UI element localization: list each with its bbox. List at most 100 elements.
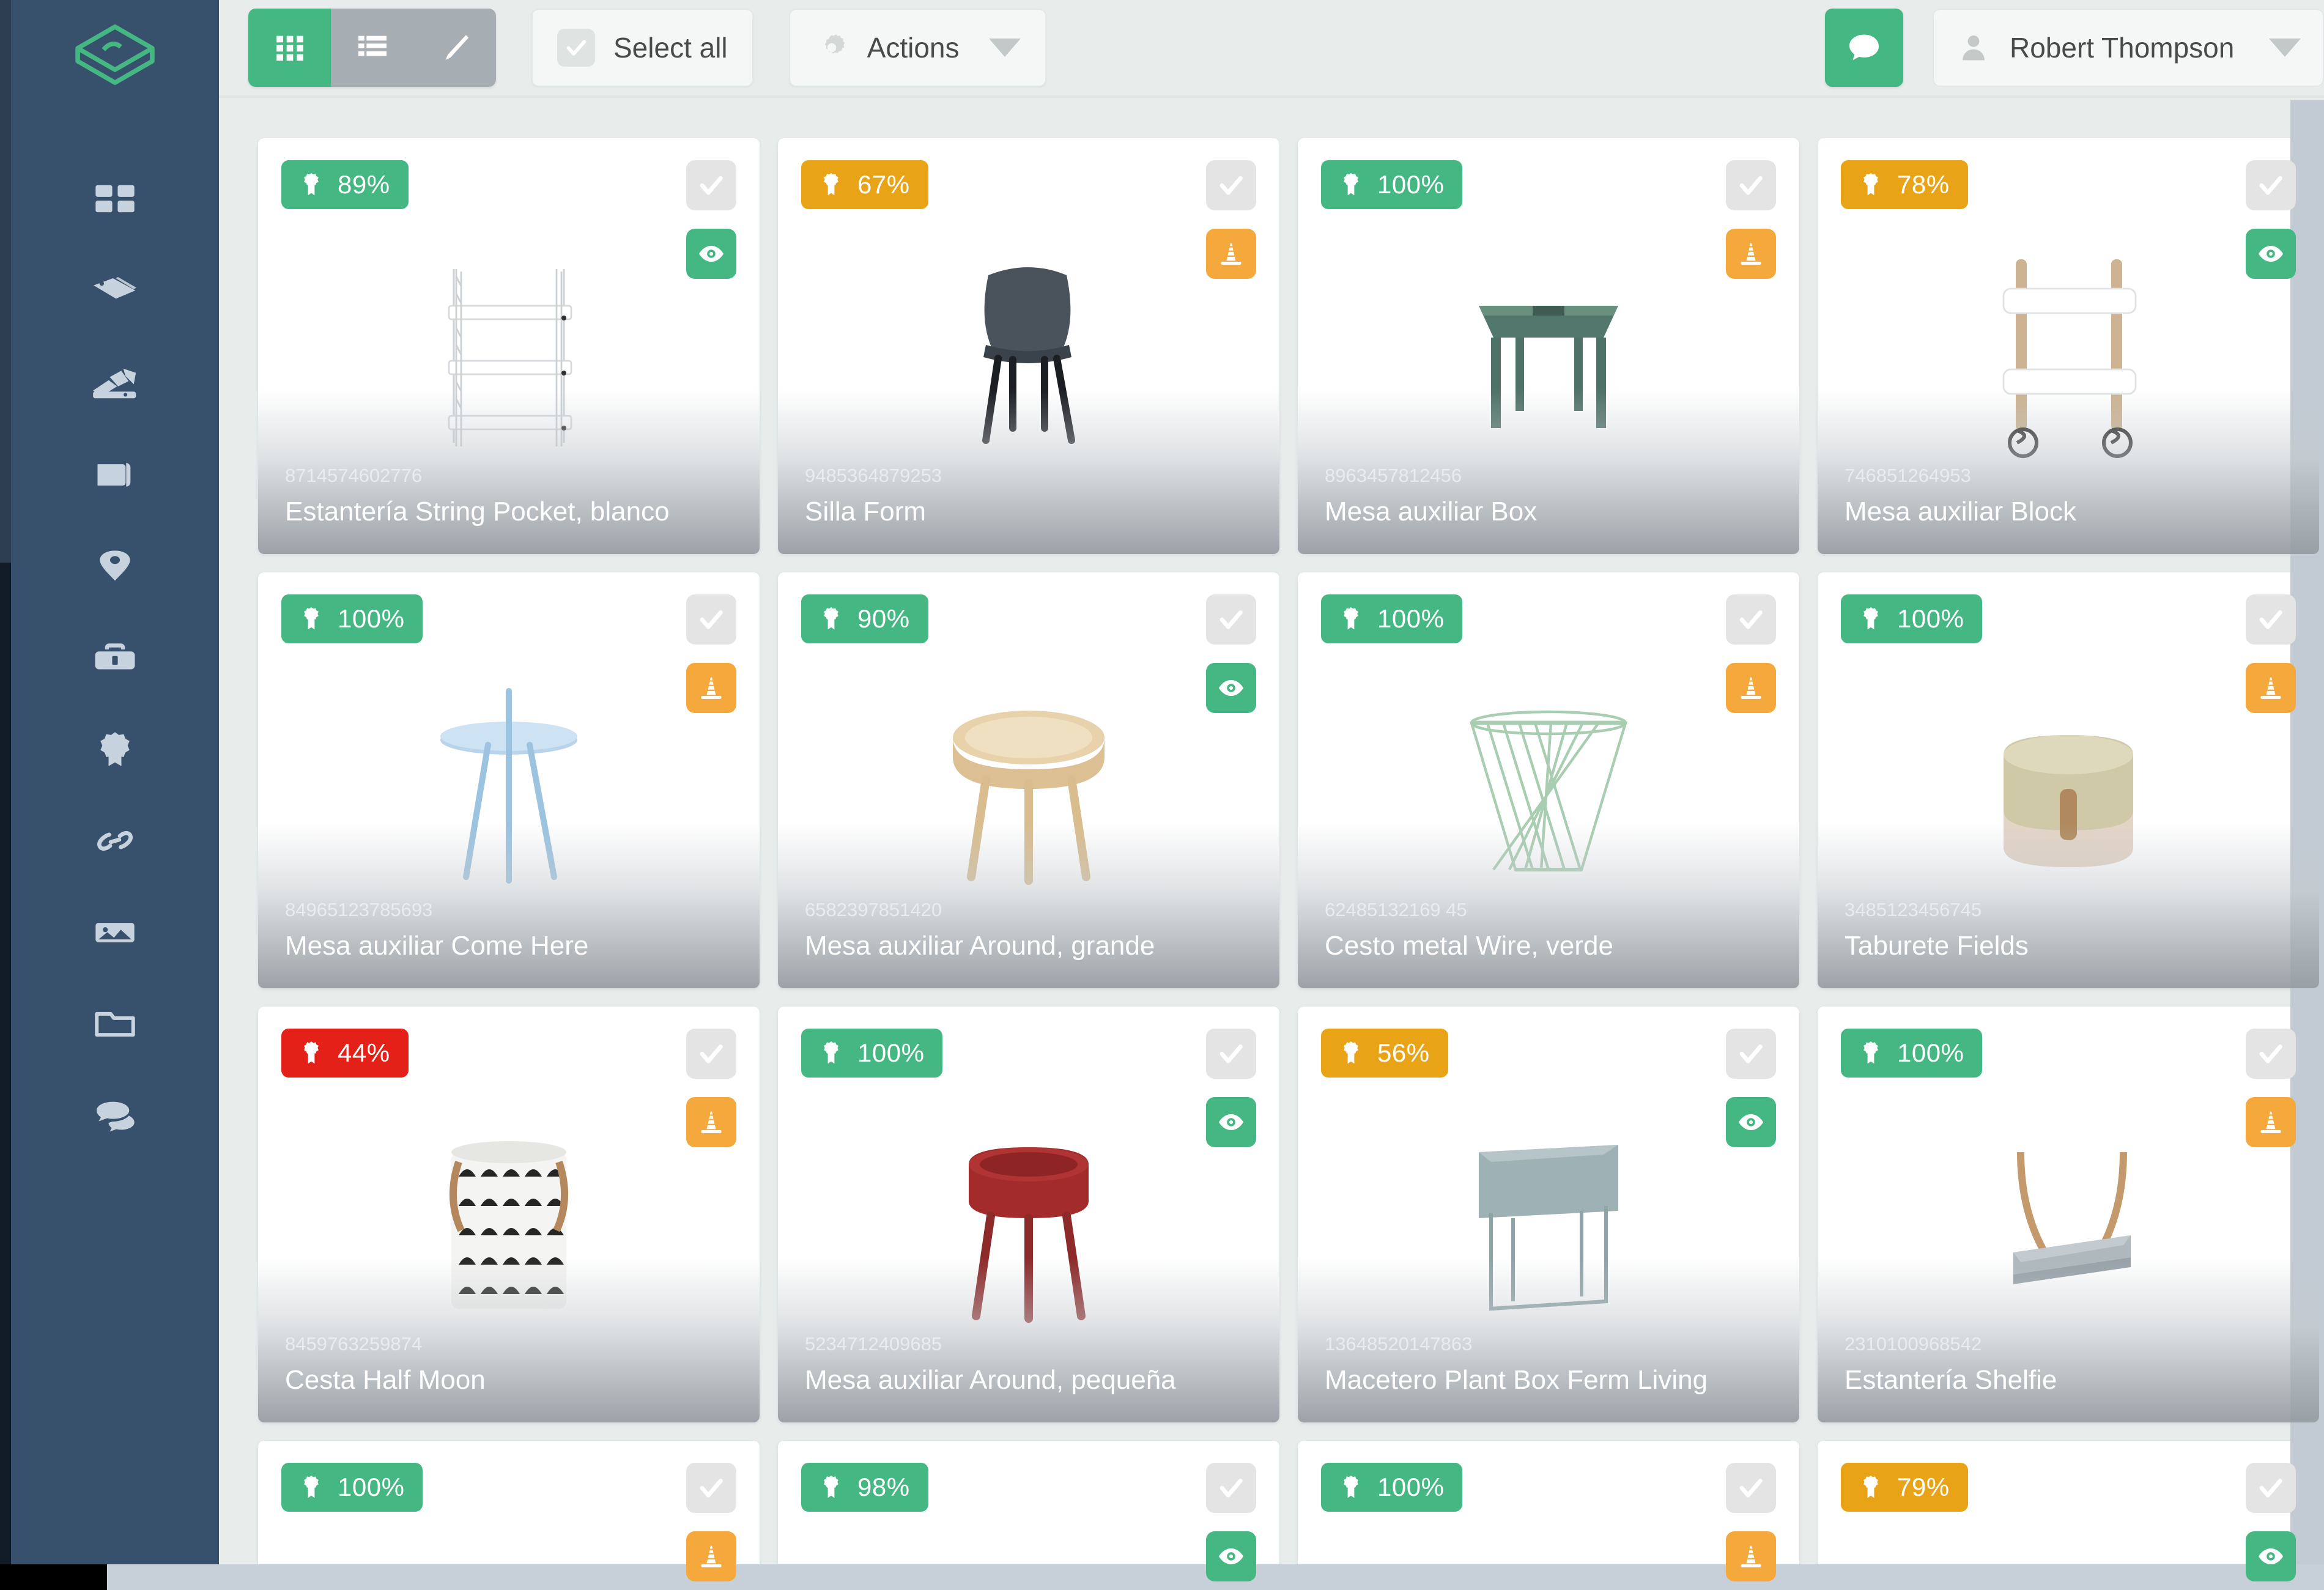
actions-label: Actions	[867, 32, 960, 64]
select-all-button[interactable]: Select all	[531, 9, 753, 87]
product-caption: 9485364879253 Silla Form	[778, 389, 1279, 554]
product-card[interactable]: 44% 8459763259874 Cesta Half Moon	[258, 1007, 760, 1422]
product-status-pending-button[interactable]	[2246, 1097, 2296, 1147]
product-status-pending-button[interactable]	[1726, 1531, 1776, 1581]
product-card[interactable]: 100% 5234712409685 Mesa auxiliar Around, p…	[778, 1007, 1279, 1422]
product-card[interactable]: 90% 6582397851420 Mesa auxiliar Around, gr…	[778, 572, 1279, 988]
user-chevron-down-icon	[2269, 39, 2301, 57]
product-select-checkbox[interactable]	[686, 1029, 736, 1079]
product-caption: 5234712409685 Mesa auxiliar Around, peque…	[778, 1257, 1279, 1422]
sidebar-item-messages[interactable]	[11, 1070, 219, 1162]
product-caption: 8459763259874 Cesta Half Moon	[258, 1257, 760, 1422]
completeness-percent: 98%	[857, 1473, 910, 1501]
completeness-percent: 100%	[1377, 170, 1445, 199]
completeness-badge: 44%	[281, 1029, 409, 1078]
product-card[interactable]: 78% 746851264953 Mesa auxiliar Block	[1818, 138, 2319, 554]
top-toolbar: Select all Actions Robert Thompson	[219, 0, 2324, 98]
product-select-checkbox[interactable]	[1726, 1029, 1776, 1079]
product-card[interactable]: 100% 84965123785693 Mesa auxiliar Come Her…	[258, 572, 760, 988]
product-status-pending-button[interactable]	[2246, 663, 2296, 713]
view-mode-edit-button[interactable]	[413, 9, 496, 87]
product-name: Cesta Half Moon	[285, 1365, 486, 1395]
view-mode-grid-button[interactable]	[248, 9, 331, 87]
sidebar-item-quality[interactable]	[11, 703, 219, 795]
product-select-checkbox[interactable]	[2246, 594, 2296, 645]
product-name: Mesa auxiliar Around, pequeña	[805, 1365, 1176, 1395]
product-select-checkbox[interactable]	[1206, 160, 1256, 210]
sidebar-item-tags[interactable]	[11, 245, 219, 336]
product-status-pending-button[interactable]	[686, 663, 736, 713]
completeness-percent: 67%	[857, 170, 910, 199]
checkmark-icon	[1739, 1479, 1763, 1498]
completeness-percent: 100%	[338, 1473, 405, 1501]
completeness-badge: 100%	[1321, 1463, 1463, 1512]
completeness-badge: 100%	[1841, 1029, 1983, 1078]
sidebar-item-media[interactable]	[11, 887, 219, 978]
checkmark-icon	[700, 1045, 723, 1063]
eye-icon	[1219, 1114, 1243, 1130]
product-select-checkbox[interactable]	[2246, 1029, 2296, 1079]
product-card[interactable]: 67% 9485364879253 Silla Form	[778, 138, 1279, 554]
product-card[interactable]: 89% 8714574602776 Estantería String Pocket…	[258, 138, 760, 554]
product-select-checkbox[interactable]	[1206, 594, 1256, 645]
select-all-checkbox[interactable]	[557, 29, 595, 67]
product-select-checkbox[interactable]	[686, 160, 736, 210]
product-status-pending-button[interactable]	[686, 1531, 736, 1581]
product-select-checkbox[interactable]	[2246, 160, 2296, 210]
product-grid-container[interactable]: 89% 8714574602776 Estantería String Pocket…	[219, 100, 2324, 1590]
product-status-visible-button[interactable]	[1206, 1097, 1256, 1147]
books-icon	[97, 462, 131, 487]
product-select-checkbox[interactable]	[1726, 160, 1776, 210]
list-view-icon	[358, 35, 387, 56]
product-status-pending-button[interactable]	[1726, 229, 1776, 279]
sidebar-item-swatches[interactable]	[11, 336, 219, 428]
chat-button[interactable]	[1825, 9, 1903, 87]
completeness-percent: 89%	[338, 170, 390, 199]
actions-dropdown[interactable]: Actions	[788, 9, 1046, 87]
completeness-percent: 100%	[857, 1038, 925, 1067]
sidebar-item-dashboard[interactable]	[11, 153, 219, 245]
sidebar-item-catalogs[interactable]	[11, 428, 219, 520]
sidebar-item-projects[interactable]	[11, 612, 219, 703]
product-status-visible-button[interactable]	[2246, 229, 2296, 279]
sidebar-item-files[interactable]	[11, 978, 219, 1070]
award-rosette-icon	[1863, 173, 1878, 196]
traffic-cone-icon	[1221, 243, 1242, 265]
completeness-badge: 89%	[281, 160, 409, 209]
product-status-pending-button[interactable]	[686, 1097, 736, 1147]
award-rosette-icon	[304, 1476, 319, 1498]
product-status-visible-button[interactable]	[1726, 1097, 1776, 1147]
view-mode-list-button[interactable]	[331, 9, 413, 87]
sidebar-item-locations[interactable]	[11, 520, 219, 612]
product-select-checkbox[interactable]	[1726, 1463, 1776, 1513]
award-rosette-icon	[1863, 1476, 1878, 1498]
product-select-checkbox[interactable]	[1726, 594, 1776, 645]
traffic-cone-icon	[2260, 677, 2281, 699]
product-select-checkbox[interactable]	[2246, 1463, 2296, 1513]
app-logo[interactable]	[11, 0, 219, 122]
sidebar-item-links[interactable]	[11, 795, 219, 887]
completeness-badge: 56%	[1321, 1029, 1448, 1078]
product-status-pending-button[interactable]	[1726, 663, 1776, 713]
product-card[interactable]: 100% 2310100968542 Estantería Shelfie	[1818, 1007, 2319, 1422]
product-card[interactable]: 100% 3485123456745 Taburete Fields	[1818, 572, 2319, 988]
product-status-visible-button[interactable]	[1206, 663, 1256, 713]
product-caption: 3485123456745 Taburete Fields	[1818, 823, 2319, 988]
product-status-pending-button[interactable]	[1206, 229, 1256, 279]
product-status-visible-button[interactable]	[1206, 1531, 1256, 1581]
product-select-checkbox[interactable]	[686, 594, 736, 645]
app-root: Select all Actions Robert Thompson 89% 8…	[0, 0, 2324, 1590]
product-card[interactable]: 56% 13648520147863 Macetero Plant Box Ferm…	[1298, 1007, 1799, 1422]
product-status-visible-button[interactable]	[686, 229, 736, 279]
user-menu[interactable]: Robert Thompson	[1933, 9, 2324, 87]
award-rosette-icon	[1344, 1041, 1358, 1064]
product-ean: 8459763259874	[285, 1333, 423, 1355]
product-select-checkbox[interactable]	[1206, 1029, 1256, 1079]
product-select-checkbox[interactable]	[686, 1463, 736, 1513]
award-rosette-icon	[1344, 173, 1358, 196]
eye-icon	[699, 246, 723, 262]
product-select-checkbox[interactable]	[1206, 1463, 1256, 1513]
product-card[interactable]: 100% 62485132169 45 Cesto metal Wire, verd…	[1298, 572, 1799, 988]
product-status-visible-button[interactable]	[2246, 1531, 2296, 1581]
product-card[interactable]: 100% 8963457812456 Mesa auxiliar Box	[1298, 138, 1799, 554]
